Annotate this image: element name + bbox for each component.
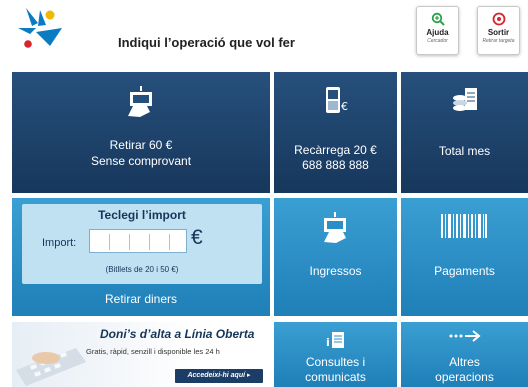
cash-withdraw-icon — [128, 86, 152, 117]
search-icon — [431, 12, 445, 26]
caixa-star-logo — [18, 8, 62, 48]
help-button[interactable]: Ajuda Cercador — [416, 6, 459, 55]
withdraw-money-button[interactable]: Retirar diners — [12, 292, 270, 306]
help-label: Ajuda — [426, 28, 449, 37]
more-operations-line1: Altres — [449, 355, 480, 369]
queries-tile[interactable]: i Consultes i comunicats — [274, 322, 397, 387]
withdraw-60-amount: Retirar 60 € — [109, 138, 173, 152]
total-month-tile[interactable]: Total mes — [401, 72, 528, 193]
deposits-tile[interactable]: Ingressos — [274, 198, 397, 316]
exit-icon — [492, 12, 505, 26]
keyboard-icon — [16, 348, 86, 386]
queries-label-line2: comunicats — [305, 370, 366, 384]
more-operations-tile[interactable]: Altres operacions — [401, 322, 528, 387]
total-month-label: Total mes — [438, 144, 491, 158]
banner-access-button[interactable]: Accedeixi-hi aquí ▸ — [175, 369, 263, 383]
exit-button[interactable]: Sortir Retirar targeta — [477, 6, 520, 55]
queries-label-line1: Consultes i — [305, 355, 366, 369]
page-title: Indiqui l’operació que vol fer — [118, 35, 295, 50]
help-sublabel: Cercador — [427, 38, 448, 44]
banner-subtitle: Gratis, ràpid, senzill i disponible les … — [86, 347, 220, 356]
amount-input[interactable] — [89, 229, 187, 253]
exit-sublabel: Retirar targeta — [482, 38, 515, 44]
mobile-recharge-icon: € — [326, 87, 348, 113]
document-query-icon: i — [326, 332, 344, 349]
exit-label: Sortir — [487, 28, 510, 37]
svg-text:€: € — [341, 100, 348, 113]
payments-label: Pagaments — [434, 264, 495, 278]
recharge-tile[interactable]: € Recàrrega 20 € 688 888 888 — [274, 72, 397, 193]
more-operations-line2: operacions — [435, 370, 494, 384]
payments-tile[interactable]: Pagaments — [401, 198, 528, 316]
svg-text:i: i — [326, 336, 330, 349]
amount-label: Import: — [42, 237, 77, 249]
more-arrow-icon — [449, 330, 481, 342]
coins-report-icon — [453, 88, 477, 111]
recharge-amount: Recàrrega 20 € — [294, 143, 377, 157]
banner-title: Doni’s d’alta a Línia Oberta — [100, 327, 255, 341]
amount-entry-panel: Teclegi l’import Import: € (Bitllets de … — [22, 204, 262, 284]
banknotes-hint: (Bitllets de 20 i 50 €) — [105, 265, 179, 274]
withdraw-60-subtitle: Sense comprovant — [90, 154, 192, 168]
barcode-icon — [441, 214, 487, 238]
euro-symbol: € — [191, 226, 203, 249]
amount-entry-title: Teclegi l’import — [98, 208, 186, 222]
online-banking-banner[interactable]: Doni’s d’alta a Línia Oberta Gratis, ràp… — [12, 322, 270, 387]
deposit-icon — [324, 212, 346, 243]
deposits-label: Ingressos — [309, 264, 362, 278]
recharge-phone: 688 888 888 — [302, 158, 369, 172]
withdraw-60-tile[interactable]: Retirar 60 € Sense comprovant — [12, 72, 270, 193]
